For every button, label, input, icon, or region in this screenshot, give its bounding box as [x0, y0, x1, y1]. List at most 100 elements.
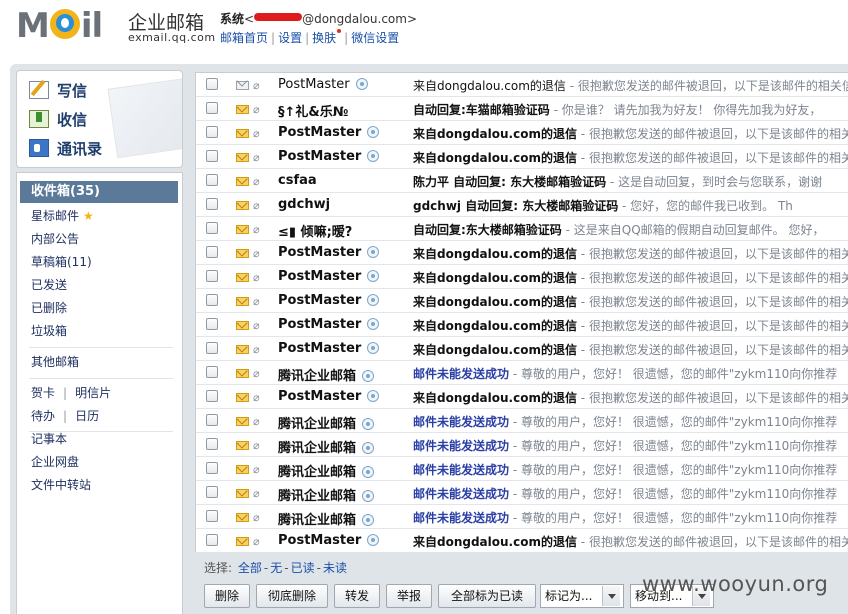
mail-subject[interactable]: 邮件未能发送成功 - 尊敬的用户，您好！ 很遗憾，您的邮件"zykm110向你推…: [413, 365, 837, 382]
row-checkbox[interactable]: [206, 174, 218, 186]
mail-row[interactable]: ⌀ PostMaster 来自dongdalou.com的退信 - 很抱歉您发送的邮…: [196, 289, 848, 313]
contacts-button[interactable]: 通讯录: [29, 135, 169, 161]
mail-sender[interactable]: PostMaster: [278, 317, 380, 332]
mail-subject[interactable]: 来自dongdalou.com的退信 - 很抱歉您发送的邮件被退回，以下是该邮件…: [413, 77, 848, 94]
mail-subject[interactable]: 邮件未能发送成功 - 尊敬的用户，您好！ 很遗憾，您的邮件"zykm110向你推…: [413, 437, 837, 454]
mail-row[interactable]: ⌀ csfaa 陈力平 自动回复: 东大楼邮箱验证码 - 这是自动回复，到时会与您联…: [196, 169, 848, 193]
mail-row[interactable]: ⌀ §↑礼&乐№ 自动回复:车猫邮箱验证码 - 你是谁？ 请先加我为好友！ 你得先加…: [196, 97, 848, 121]
row-checkbox[interactable]: [206, 102, 218, 114]
mail-row[interactable]: ⌀ PostMaster 来自dongdalou.com的退信 - 很抱歉您发送的邮…: [196, 385, 848, 409]
mail-sender[interactable]: ≤▮ 倾嘛;暧?: [278, 221, 352, 240]
row-checkbox[interactable]: [206, 222, 218, 234]
mail-row[interactable]: ⌀ PostMaster 来自dongdalou.com的退信 - 很抱歉您发送的邮…: [196, 313, 848, 337]
row-checkbox[interactable]: [206, 390, 218, 402]
folder-sent[interactable]: 已发送: [17, 274, 182, 296]
link-skin[interactable]: 换肤: [312, 31, 336, 45]
mail-subject[interactable]: 来自dongdalou.com的退信 - 很抱歉您发送的邮件被退回，以下是该邮件…: [413, 269, 848, 286]
mail-row[interactable]: ⌀ 腾讯企业邮箱 邮件未能发送成功 - 尊敬的用户，您好！ 很遗憾，您的邮件"zyk…: [196, 457, 848, 481]
delete-button[interactable]: 删除: [204, 584, 250, 608]
link-todo[interactable]: 待办: [31, 409, 55, 423]
row-checkbox[interactable]: [206, 366, 218, 378]
mail-sender[interactable]: PostMaster: [278, 389, 380, 404]
mail-sender[interactable]: PostMaster: [278, 533, 380, 548]
mail-subject[interactable]: 来自dongdalou.com的退信 - 很抱歉您发送的邮件被退回，以下是该邮件…: [413, 533, 848, 550]
folder-announcements[interactable]: 内部公告: [17, 228, 182, 250]
mail-subject[interactable]: 来自dongdalou.com的退信 - 很抱歉您发送的邮件被退回，以下是该邮件…: [413, 341, 848, 358]
link-notepad[interactable]: 记事本: [17, 428, 182, 450]
mail-sender[interactable]: §↑礼&乐№: [278, 101, 348, 120]
mail-row[interactable]: ⌀ PostMaster 来自dongdalou.com的退信 - 很抱歉您发送的邮…: [196, 529, 848, 552]
link-settings[interactable]: 设置: [278, 31, 302, 45]
mail-subject[interactable]: 来自dongdalou.com的退信 - 很抱歉您发送的邮件被退回，以下是该邮件…: [413, 317, 848, 334]
folder-drafts[interactable]: 草稿箱(11): [17, 251, 182, 273]
mail-sender[interactable]: PostMaster: [278, 269, 380, 284]
link-file-transfer[interactable]: 文件中转站: [17, 474, 182, 496]
compose-button[interactable]: 写信: [29, 77, 169, 103]
mail-subject[interactable]: 来自dongdalou.com的退信 - 很抱歉您发送的邮件被退回，以下是该邮件…: [413, 245, 848, 262]
link-greeting-cards[interactable]: 贺卡: [31, 386, 55, 400]
folder-starred[interactable]: 星标邮件 ★: [17, 205, 182, 227]
mail-sender[interactable]: PostMaster: [278, 341, 380, 356]
mail-row[interactable]: ⌀ PostMaster 来自dongdalou.com的退信 - 很抱歉您发送的邮…: [196, 73, 848, 97]
row-checkbox[interactable]: [206, 534, 218, 546]
folder-deleted[interactable]: 已删除: [17, 297, 182, 319]
row-checkbox[interactable]: [206, 270, 218, 282]
select-none[interactable]: 无: [270, 561, 282, 575]
mail-subject[interactable]: 来自dongdalou.com的退信 - 很抱歉您发送的邮件被退回，以下是该邮件…: [413, 293, 848, 310]
mail-sender[interactable]: PostMaster: [278, 125, 380, 140]
mail-sender[interactable]: PostMaster: [278, 149, 380, 164]
mail-row[interactable]: ⌀ PostMaster 来自dongdalou.com的退信 - 很抱歉您发送的邮…: [196, 145, 848, 169]
mail-subject[interactable]: 邮件未能发送成功 - 尊敬的用户，您好！ 很遗憾，您的邮件"zykm110向你推…: [413, 485, 837, 502]
forward-button[interactable]: 转发: [334, 584, 380, 608]
link-wechat-settings[interactable]: 微信设置: [351, 31, 399, 45]
mark-as-dropdown[interactable]: 标记为...: [540, 584, 624, 608]
link-netdisk[interactable]: 企业网盘: [17, 451, 182, 473]
row-checkbox[interactable]: [206, 246, 218, 258]
mail-row[interactable]: ⌀ PostMaster 来自dongdalou.com的退信 - 很抱歉您发送的邮…: [196, 265, 848, 289]
mail-sender[interactable]: PostMaster: [278, 245, 380, 260]
row-checkbox[interactable]: [206, 150, 218, 162]
mail-sender[interactable]: 腾讯企业邮箱: [278, 509, 375, 528]
select-all[interactable]: 全部: [238, 561, 262, 575]
mail-row[interactable]: ⌀ 腾讯企业邮箱 邮件未能发送成功 - 尊敬的用户，您好！ 很遗憾，您的邮件"zyk…: [196, 505, 848, 529]
row-checkbox[interactable]: [206, 438, 218, 450]
mail-sender[interactable]: 腾讯企业邮箱: [278, 365, 375, 384]
select-read[interactable]: 已读: [291, 561, 315, 575]
mail-row[interactable]: ⌀ ≤▮ 倾嘛;暧? 自动回复:东大楼邮箱验证码 - 这是来自QQ邮箱的假期自动回复…: [196, 217, 848, 241]
delete-permanently-button[interactable]: 彻底删除: [256, 584, 328, 608]
mail-sender[interactable]: 腾讯企业邮箱: [278, 461, 375, 480]
select-unread[interactable]: 未读: [323, 561, 347, 575]
mail-row[interactable]: ⌀ 腾讯企业邮箱 邮件未能发送成功 - 尊敬的用户，您好！ 很遗憾，您的邮件"zyk…: [196, 361, 848, 385]
mail-subject[interactable]: 邮件未能发送成功 - 尊敬的用户，您好！ 很遗憾，您的邮件"zykm110向你推…: [413, 509, 837, 526]
mail-row[interactable]: ⌀ PostMaster 来自dongdalou.com的退信 - 很抱歉您发送的邮…: [196, 121, 848, 145]
mail-sender[interactable]: gdchwj: [278, 197, 330, 212]
mail-subject[interactable]: 来自dongdalou.com的退信 - 很抱歉您发送的邮件被退回，以下是该邮件…: [413, 389, 848, 406]
mail-subject[interactable]: 自动回复:东大楼邮箱验证码 - 这是来自QQ邮箱的假期自动回复邮件。 您好，: [413, 221, 824, 238]
row-checkbox[interactable]: [206, 78, 218, 90]
row-checkbox[interactable]: [206, 510, 218, 522]
mail-sender[interactable]: 腾讯企业邮箱: [278, 485, 375, 504]
mail-subject[interactable]: 陈力平 自动回复: 东大楼邮箱验证码 - 这是自动回复，到时会与您联系，谢谢: [413, 173, 822, 190]
folder-inbox[interactable]: 收件箱(35): [20, 181, 178, 203]
logo[interactable]: Mil: [16, 6, 103, 46]
row-checkbox[interactable]: [206, 462, 218, 474]
mail-subject[interactable]: gdchwj 自动回复: 东大楼邮箱验证码 - 您好，您的邮件我已收到。 Th: [413, 197, 793, 214]
folder-other-mailboxes[interactable]: 其他邮箱: [17, 351, 182, 373]
mail-sender[interactable]: PostMaster: [278, 293, 380, 308]
link-calendar[interactable]: 日历: [75, 409, 99, 423]
mail-row[interactable]: ⌀ 腾讯企业邮箱 邮件未能发送成功 - 尊敬的用户，您好！ 很遗憾，您的邮件"zyk…: [196, 409, 848, 433]
mail-subject[interactable]: 来自dongdalou.com的退信 - 很抱歉您发送的邮件被退回，以下是该邮件…: [413, 149, 848, 166]
mail-sender[interactable]: 腾讯企业邮箱: [278, 437, 375, 456]
receive-button[interactable]: 收信: [29, 106, 169, 132]
link-mail-home[interactable]: 邮箱首页: [220, 31, 268, 45]
mail-row[interactable]: ⌀ 腾讯企业邮箱 邮件未能发送成功 - 尊敬的用户，您好！ 很遗憾，您的邮件"zyk…: [196, 481, 848, 505]
mail-sender[interactable]: 腾讯企业邮箱: [278, 413, 375, 432]
row-checkbox[interactable]: [206, 294, 218, 306]
row-checkbox[interactable]: [206, 198, 218, 210]
report-button[interactable]: 举报: [386, 584, 432, 608]
mail-sender[interactable]: PostMaster: [278, 77, 368, 92]
row-checkbox[interactable]: [206, 486, 218, 498]
mail-subject[interactable]: 邮件未能发送成功 - 尊敬的用户，您好！ 很遗憾，您的邮件"zykm110向你推…: [413, 413, 837, 430]
folder-spam[interactable]: 垃圾箱: [17, 320, 182, 342]
row-checkbox[interactable]: [206, 342, 218, 354]
